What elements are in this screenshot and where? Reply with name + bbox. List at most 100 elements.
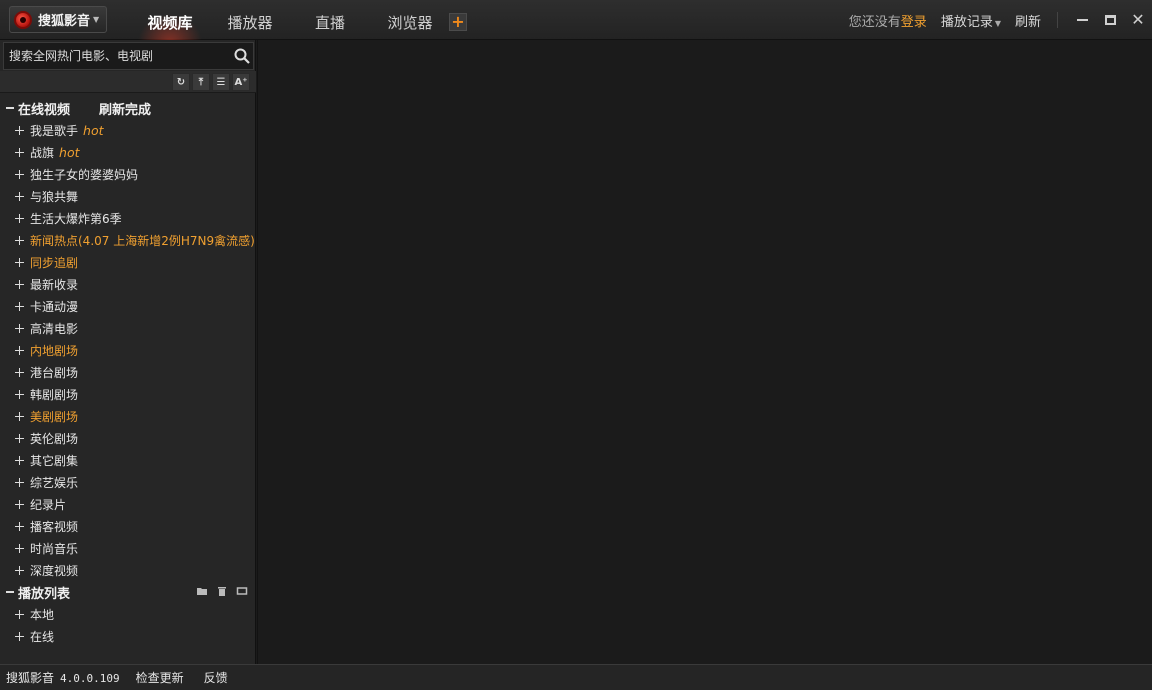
refresh-status: 刷新完成 bbox=[99, 102, 152, 118]
login-prompt: 您还没有 bbox=[848, 14, 901, 30]
expand-icon[interactable] bbox=[15, 301, 24, 311]
tree-item-label: 高清电影 bbox=[30, 321, 79, 336]
tree-item[interactable]: 英伦剧场 bbox=[0, 427, 256, 449]
expand-icon[interactable] bbox=[15, 169, 24, 179]
add-tab-button[interactable]: + bbox=[449, 13, 467, 31]
tree-item[interactable]: 其它剧集 bbox=[0, 449, 256, 471]
close-button[interactable]: ✕ bbox=[1124, 0, 1152, 40]
tree-item[interactable]: 与狼共舞 bbox=[0, 185, 256, 207]
refresh-button[interactable]: 刷新 bbox=[1015, 11, 1041, 30]
tree-item-label: 纪录片 bbox=[30, 497, 67, 512]
section-title: 在线视频 bbox=[18, 102, 71, 118]
tree-item[interactable]: 新闻热点(4.07 上海新增2例H7N9禽流感) bbox=[0, 229, 256, 251]
tree-item[interactable]: 美剧剧场 bbox=[0, 405, 256, 427]
tree-item[interactable]: 在线 bbox=[0, 625, 256, 647]
tree-item-label: 新闻热点(4.07 上海新增2例H7N9禽流感) bbox=[30, 233, 255, 248]
feedback-link[interactable]: 反馈 bbox=[204, 669, 228, 686]
tree-item[interactable]: 内地剧场 bbox=[0, 339, 256, 361]
expand-icon[interactable] bbox=[15, 521, 24, 531]
tree-item-label: 综艺娱乐 bbox=[30, 475, 79, 490]
expand-icon[interactable] bbox=[15, 609, 24, 619]
expand-icon[interactable] bbox=[15, 433, 24, 443]
collapse-icon[interactable] bbox=[6, 107, 14, 109]
tree-item[interactable]: 我是歌手 hot bbox=[0, 119, 256, 141]
tree-item-label: 同步追剧 bbox=[30, 255, 79, 270]
maximize-button[interactable] bbox=[1096, 0, 1124, 40]
tree-item[interactable]: 同步追剧 bbox=[0, 251, 256, 273]
search-input[interactable] bbox=[9, 43, 229, 69]
sync-icon[interactable]: ↻ bbox=[172, 73, 190, 91]
expand-icon[interactable] bbox=[15, 213, 24, 223]
tree-item[interactable]: 港台剧场 bbox=[0, 361, 256, 383]
chevron-down-icon: ▼ bbox=[994, 18, 1001, 28]
expand-icon[interactable] bbox=[15, 235, 24, 245]
collapse-icon[interactable] bbox=[6, 591, 14, 593]
sohu-logo-icon bbox=[14, 10, 32, 29]
sort-icon[interactable]: ☰ bbox=[212, 73, 230, 91]
tree-item[interactable]: 高清电影 bbox=[0, 317, 256, 339]
tree-item-label: 我是歌手 bbox=[30, 123, 79, 138]
tab-player[interactable]: 播放器 bbox=[210, 0, 290, 40]
minimize-icon bbox=[1076, 19, 1088, 21]
search-box bbox=[3, 42, 254, 70]
expand-icon[interactable] bbox=[15, 147, 24, 157]
tree-item[interactable]: 独生子女的婆婆妈妈 bbox=[0, 163, 256, 185]
expand-icon[interactable] bbox=[15, 191, 24, 201]
tree-item[interactable]: 卡通动漫 bbox=[0, 295, 256, 317]
expand-icon[interactable] bbox=[15, 411, 24, 421]
tree-item-label: 生活大爆炸第6季 bbox=[30, 211, 122, 226]
section-online-video[interactable]: 在线视频 刷新完成 bbox=[0, 97, 256, 119]
tree-item-label: 播客视频 bbox=[30, 519, 79, 534]
tab-browser[interactable]: 浏览器 bbox=[370, 0, 450, 40]
tree-item[interactable]: 韩剧剧场 bbox=[0, 383, 256, 405]
close-icon: ✕ bbox=[1131, 10, 1145, 29]
expand-icon[interactable] bbox=[15, 125, 24, 135]
tree-item[interactable]: 最新收录 bbox=[0, 273, 256, 295]
expand-icon[interactable] bbox=[15, 345, 24, 355]
expand-icon[interactable] bbox=[15, 257, 24, 267]
search-icon[interactable] bbox=[233, 47, 251, 65]
font-size-icon[interactable]: A⁺ bbox=[232, 73, 250, 91]
app-menu-button[interactable]: 搜狐影音 ▼ bbox=[9, 6, 107, 33]
login-link[interactable]: 登录 bbox=[901, 11, 927, 30]
expand-icon[interactable] bbox=[15, 477, 24, 487]
expand-icon[interactable] bbox=[15, 389, 24, 399]
tree-item[interactable]: 深度视频 bbox=[0, 559, 256, 581]
version-info: 搜狐影音 4.0.0.109 bbox=[6, 671, 120, 685]
tree-item-label: 战旗 bbox=[30, 145, 55, 160]
folder-icon[interactable] bbox=[196, 585, 208, 597]
expand-icon[interactable] bbox=[15, 631, 24, 641]
tree-item-label: 最新收录 bbox=[30, 277, 79, 292]
tab-live[interactable]: 直播 bbox=[290, 0, 370, 40]
tree-item[interactable]: 时尚音乐 bbox=[0, 537, 256, 559]
tree-item-label: 深度视频 bbox=[30, 563, 79, 578]
divider bbox=[1057, 12, 1058, 28]
expand-icon[interactable] bbox=[15, 499, 24, 509]
title-bar: 搜狐影音 ▼ 视频库 播放器 直播 浏览器 + 您还没有 登录 播放记录 ▼ 刷新… bbox=[0, 0, 1152, 42]
section-playlist[interactable]: 播放列表 bbox=[0, 581, 256, 603]
tab-video-library[interactable]: 视频库 bbox=[130, 0, 210, 42]
top-icon[interactable]: ⤒ bbox=[192, 73, 210, 91]
play-history-button[interactable]: 播放记录 ▼ bbox=[941, 11, 1001, 30]
trash-icon[interactable] bbox=[216, 585, 228, 597]
loop-icon[interactable] bbox=[236, 585, 248, 597]
expand-icon[interactable] bbox=[15, 279, 24, 289]
expand-icon[interactable] bbox=[15, 323, 24, 333]
minimize-button[interactable] bbox=[1068, 0, 1096, 40]
tree-item[interactable]: 战旗 hot bbox=[0, 141, 256, 163]
tree-item-label: 美剧剧场 bbox=[30, 409, 79, 424]
expand-icon[interactable] bbox=[15, 543, 24, 553]
sidebar: ↻ ⤒ ☰ A⁺ 在线视频 刷新完成 我是歌手 hot 战旗 hot 独生子女的婆婆妈妈… bbox=[0, 40, 256, 664]
tree-item-label: 在线 bbox=[30, 629, 55, 644]
tree-item[interactable]: 生活大爆炸第6季 bbox=[0, 207, 256, 229]
tree-item[interactable]: 综艺娱乐 bbox=[0, 471, 256, 493]
app-brand-label: 搜狐影音 bbox=[38, 14, 91, 29]
tree-item[interactable]: 纪录片 bbox=[0, 493, 256, 515]
expand-icon[interactable] bbox=[15, 367, 24, 377]
tree-item[interactable]: 播客视频 bbox=[0, 515, 256, 537]
main-tabs: 视频库 播放器 直播 浏览器 bbox=[130, 0, 450, 42]
expand-icon[interactable] bbox=[15, 565, 24, 575]
tree-item[interactable]: 本地 bbox=[0, 603, 256, 625]
check-update-link[interactable]: 检查更新 bbox=[136, 669, 184, 686]
expand-icon[interactable] bbox=[15, 455, 24, 465]
